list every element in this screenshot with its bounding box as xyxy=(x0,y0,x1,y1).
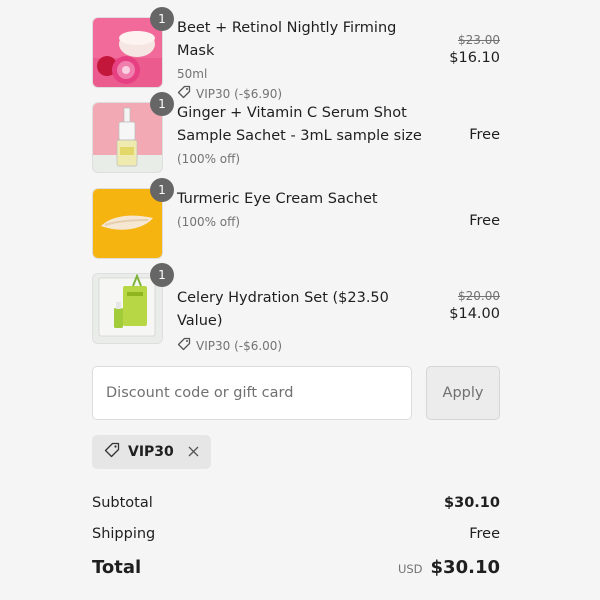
original-price: $20.00 xyxy=(458,289,500,303)
discount-note: (100% off) xyxy=(177,152,241,166)
total-amount: USD $30.10 xyxy=(398,557,500,578)
discount-label: VIP30 (-$6.90) xyxy=(196,86,283,101)
shipping-label: Shipping xyxy=(92,526,156,542)
applied-code-label: VIP30 xyxy=(128,444,174,460)
shipping-value: Free xyxy=(469,526,500,542)
subtotal-row: Subtotal $30.10 xyxy=(92,495,500,511)
line-item-beet-mask: 1 Beet + Retinol Nightly Firming Mask 50… xyxy=(92,7,500,102)
tag-icon xyxy=(177,85,191,102)
product-size: 50ml xyxy=(177,67,208,81)
currency-code: USD xyxy=(397,562,423,576)
product-name: Beet + Retinol Nightly Firming Mask xyxy=(177,20,397,59)
total-row: Total USD $30.10 xyxy=(92,557,500,578)
quantity-badge: 1 xyxy=(150,263,174,287)
product-image-beet-mask: 1 xyxy=(92,7,174,88)
product-name: Turmeric Eye Cream Sachet xyxy=(177,191,378,207)
item-price: $16.10 xyxy=(449,50,500,66)
product-name: Ginger + Vitamin C Serum Shot Sample Sac… xyxy=(177,105,422,144)
discount-note: (100% off) xyxy=(177,215,241,229)
shipping-row: Shipping Free xyxy=(92,526,500,542)
applied-discount-chip: VIP30 xyxy=(92,435,211,469)
product-image-celery-set: 1 xyxy=(92,263,174,344)
quantity-badge: 1 xyxy=(150,7,174,31)
line-item-celery-hydration-set: 1 Celery Hydration Set ($23.50 Value) VI… xyxy=(92,263,500,354)
item-price: $14.00 xyxy=(449,306,500,322)
subtotal-value: $30.10 xyxy=(444,495,500,511)
product-name: Celery Hydration Set ($23.50 Value) xyxy=(177,290,389,329)
product-image-ginger-serum: 1 xyxy=(92,92,174,173)
item-price: Free xyxy=(469,127,500,143)
item-price: Free xyxy=(469,213,500,229)
total-value: $30.10 xyxy=(430,557,500,578)
discount-code-input[interactable] xyxy=(92,366,412,420)
tag-icon xyxy=(177,337,191,354)
line-item-turmeric-eye-cream: 1 Turmeric Eye Cream Sachet (100% off) F… xyxy=(92,178,500,259)
remove-code-icon[interactable] xyxy=(188,443,199,461)
quantity-badge: 1 xyxy=(150,178,174,202)
line-item-ginger-serum: 1 Ginger + Vitamin C Serum Shot Sample S… xyxy=(92,92,500,173)
discount-label: VIP30 (-$6.00) xyxy=(196,338,283,353)
original-price: $23.00 xyxy=(458,33,500,47)
item-discount: VIP30 (-$6.00) xyxy=(177,337,430,354)
total-label: Total xyxy=(92,557,142,578)
subtotal-label: Subtotal xyxy=(92,495,153,511)
quantity-badge: 1 xyxy=(150,92,174,116)
product-image-turmeric-eye-cream: 1 xyxy=(92,178,174,259)
apply-button[interactable]: Apply xyxy=(426,366,500,420)
item-discount: VIP30 (-$6.90) xyxy=(177,85,430,102)
tag-icon xyxy=(104,442,120,462)
